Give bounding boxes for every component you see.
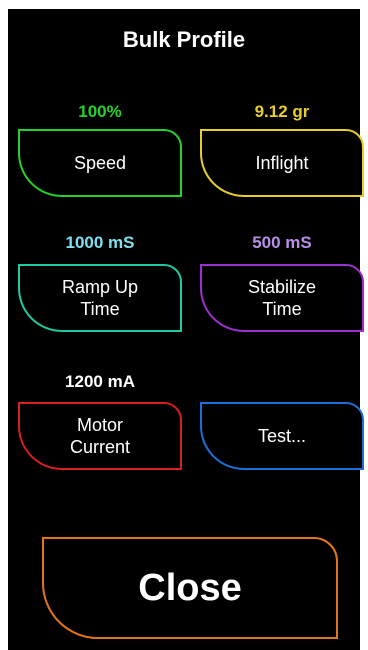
inflight-button[interactable]: Inflight xyxy=(200,129,364,197)
close-button[interactable]: Close xyxy=(42,537,338,639)
inflight-value: 9.12 gr xyxy=(254,102,310,121)
stabilize-time-button[interactable]: Stabilize Time xyxy=(200,264,364,332)
speed-button[interactable]: Speed xyxy=(18,129,182,197)
motor-current-button[interactable]: Motor Current xyxy=(18,402,182,470)
motor-current-value: 1200 mA xyxy=(65,372,135,391)
screen: Bulk Profile 100% Speed 9.12 gr Inflight… xyxy=(8,9,364,650)
speed-value: 100% xyxy=(78,102,122,121)
ramp-up-time-button[interactable]: Ramp Up Time xyxy=(18,264,182,332)
stabilize-time-value: 500 mS xyxy=(252,233,312,252)
page-title: Bulk Profile xyxy=(122,27,246,52)
ramp-up-time-value: 1000 mS xyxy=(65,233,135,252)
test-button[interactable]: Test... xyxy=(200,402,364,470)
